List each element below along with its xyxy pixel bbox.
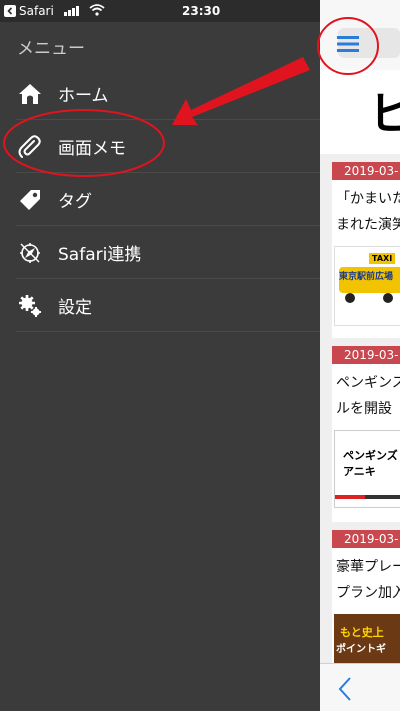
back-chevron-icon[interactable] (338, 676, 352, 706)
article-title-line2: ルを開設 (336, 401, 392, 417)
back-to-app[interactable]: Safari (4, 4, 54, 18)
menu-item-safari[interactable]: Safari連携 (0, 226, 320, 279)
article-card[interactable]: 2019-03- 豪華プレー プラン加入 もと史上 ポイントギ (332, 530, 400, 676)
video-progress-fill (335, 495, 365, 499)
date-badge: 2019-03- (332, 530, 400, 548)
gears-icon (16, 292, 44, 320)
date-badge: 2019-03- (332, 162, 400, 180)
wheel (383, 293, 393, 303)
article-title-line1: 「かまいた (336, 191, 400, 207)
menu-item-label: 設定 (58, 298, 92, 318)
article-title-line2: まれた演笑 (336, 217, 400, 233)
menu-item-label: Safari連携 (58, 245, 142, 265)
article-title-line1: 豪華プレー (336, 559, 400, 575)
menu-item-settings[interactable]: 設定 (0, 279, 320, 332)
thumb-text-line2: アニキ (343, 465, 376, 478)
side-menu: メニュー ホーム 画面メモ タグ Safari連携 設定 (0, 22, 320, 711)
article-card[interactable]: 2019-03- ペンギンス ルを開設 ペンギンズ アニキ (332, 346, 400, 522)
thumb-text: 東京駅前広場 (339, 272, 394, 282)
wheel (345, 293, 355, 303)
site-header: ヒ (320, 70, 400, 154)
top-bar (320, 0, 400, 70)
taxi-sign: TAXI (369, 253, 396, 264)
back-app-label: Safari (19, 4, 54, 18)
article-title-line2: プラン加入 (336, 585, 400, 601)
menu-title: メニュー (17, 39, 85, 59)
menu-list: ホーム 画面メモ タグ Safari連携 設定 (0, 67, 320, 332)
main-content-peek[interactable]: ヒ 2019-03- 「かまいた まれた演笑 TAXI 東京駅前広場 2019-… (320, 0, 400, 711)
menu-item-label: ホーム (58, 86, 109, 106)
thumb-text-line1: もと史上 (340, 626, 384, 639)
compass-icon (16, 239, 44, 267)
tag-icon (16, 186, 44, 214)
article-thumbnail: ペンギンズ アニキ (334, 430, 400, 508)
signal-icon (64, 6, 79, 16)
status-time: 23:30 (182, 4, 221, 18)
menu-item-label: タグ (58, 192, 92, 212)
menu-item-tag[interactable]: タグ (0, 173, 320, 226)
article-title-line1: ペンギンス (336, 375, 400, 391)
menu-item-home[interactable]: ホーム (0, 67, 320, 120)
bottom-toolbar (320, 663, 400, 711)
wifi-icon (89, 4, 105, 19)
paperclip-icon (16, 133, 44, 161)
thumb-text-line1: ペンギンズ (343, 449, 398, 462)
home-icon (16, 80, 44, 108)
date-badge: 2019-03- (332, 346, 400, 364)
thumb-text-line2: ポイントギ (336, 644, 386, 655)
article-thumbnail: TAXI 東京駅前広場 (334, 246, 400, 326)
menu-item-label: 画面メモ (58, 139, 126, 159)
article-card[interactable]: 2019-03- 「かまいた まれた演笑 TAXI 東京駅前広場 (332, 162, 400, 338)
menu-item-screen-memo[interactable]: 画面メモ (0, 120, 320, 173)
back-arrow-icon (4, 5, 16, 17)
site-logo: ヒ (368, 87, 400, 141)
hamburger-menu-icon[interactable] (337, 36, 359, 56)
